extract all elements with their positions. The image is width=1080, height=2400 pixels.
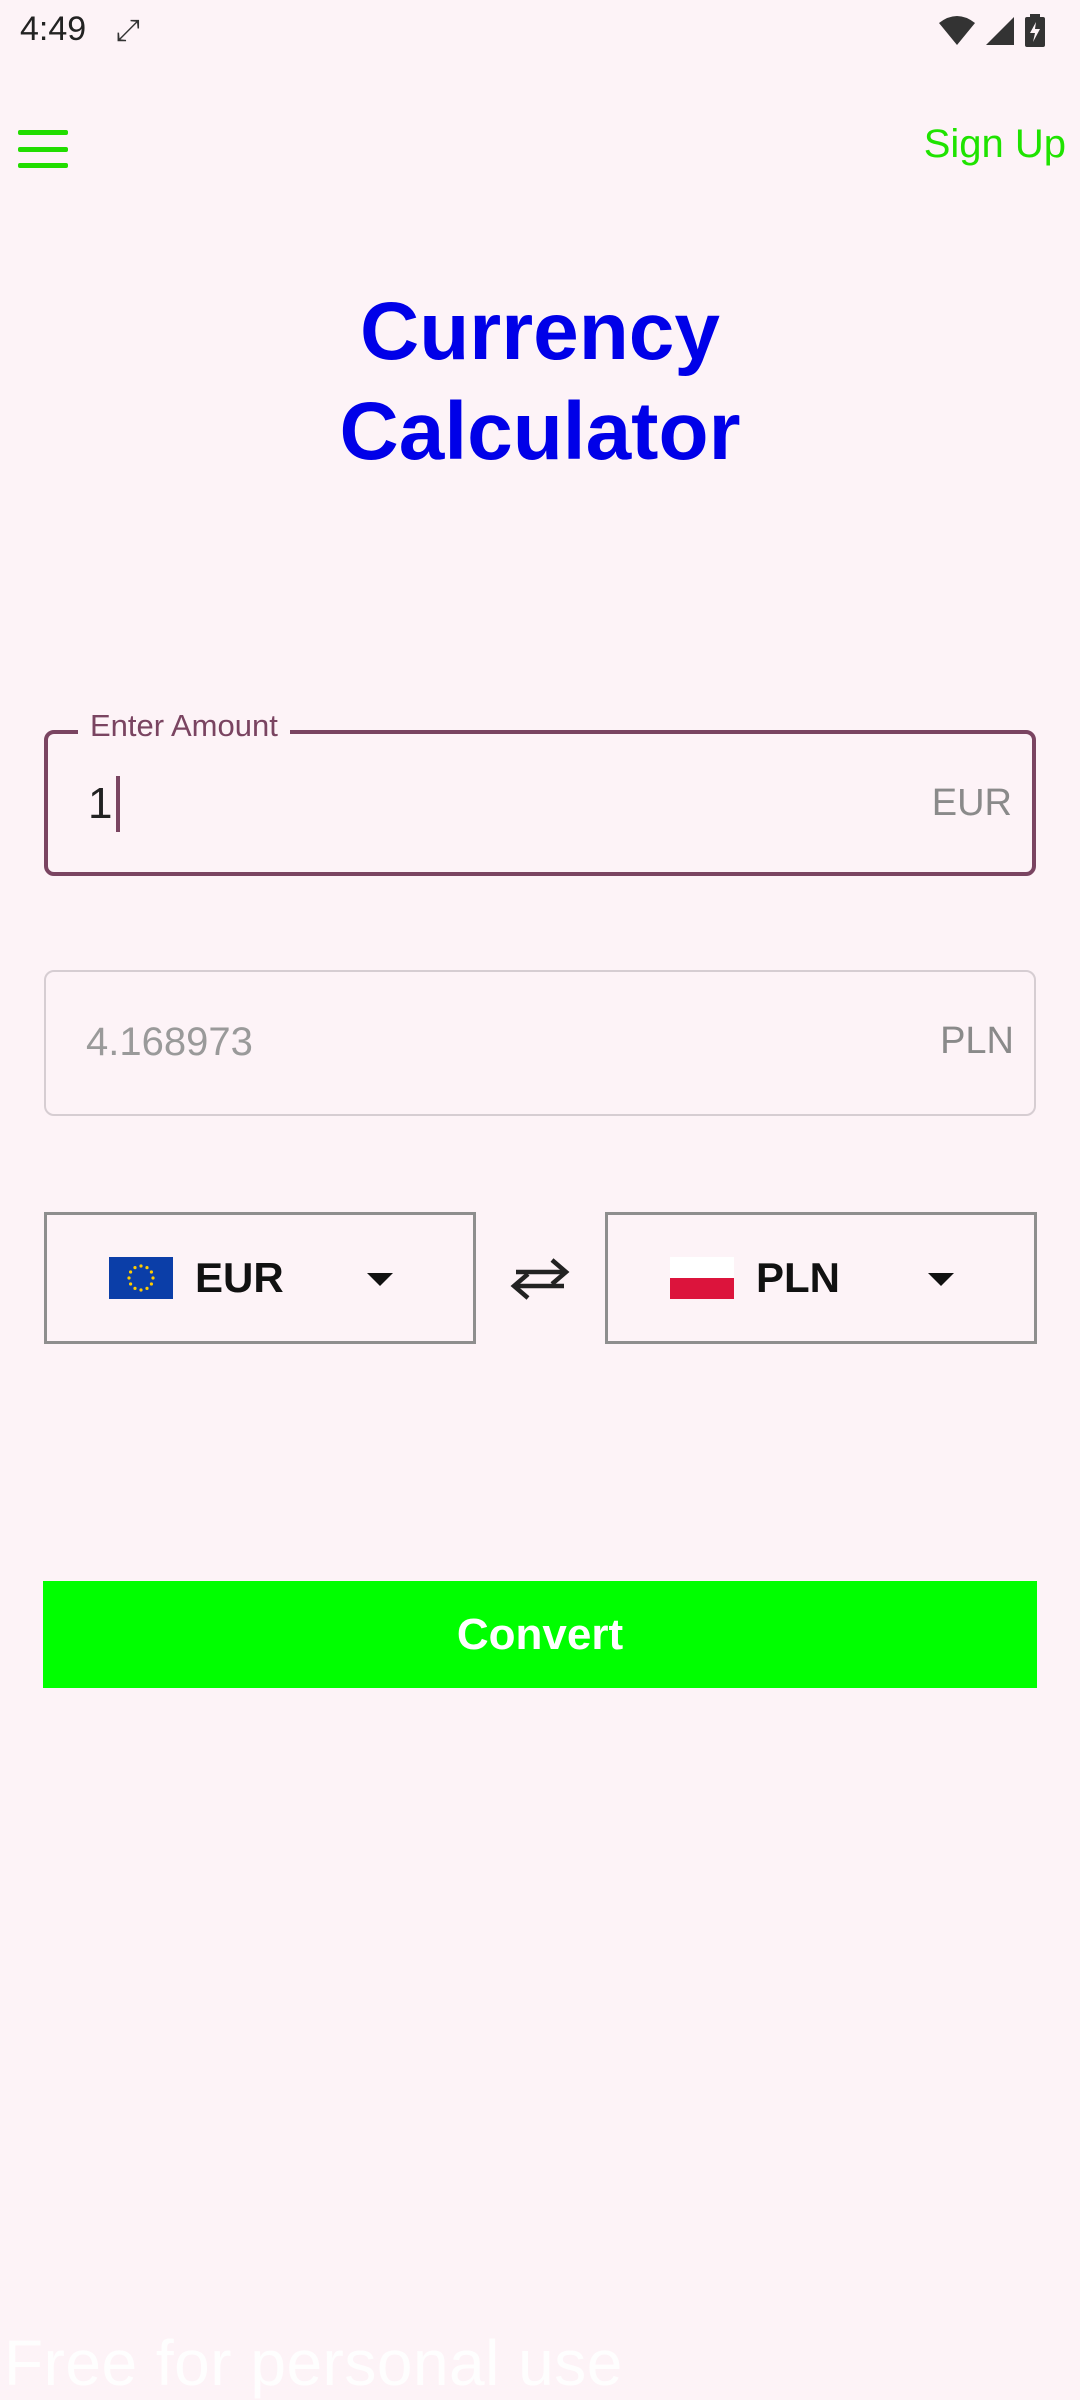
cell-signal-icon bbox=[986, 17, 1014, 45]
poland-flag-icon bbox=[670, 1257, 734, 1299]
amount-currency-suffix: EUR bbox=[931, 782, 1012, 824]
currency-calculator-screen: 4:49 ⤢ Sign Up Currency Calculator Enter… bbox=[0, 0, 1080, 2400]
amount-input-value: 1 bbox=[88, 779, 113, 828]
amount-input-label: Enter Amount bbox=[78, 708, 290, 744]
menu-icon[interactable] bbox=[18, 130, 68, 168]
from-currency-dropdown[interactable]: EUR bbox=[44, 1212, 476, 1344]
page-title-line-1: Currency bbox=[359, 286, 721, 377]
result-field[interactable]: 4.168973 PLN bbox=[44, 970, 1036, 1116]
sync-icon: ⤢ bbox=[116, 14, 140, 47]
chevron-down-icon bbox=[367, 1273, 393, 1286]
result-currency-suffix: PLN bbox=[940, 1020, 1014, 1062]
wifi-icon bbox=[939, 16, 975, 45]
watermark-text: Free for personal use bbox=[4, 2327, 623, 2399]
amount-input[interactable]: Enter Amount 1 EUR bbox=[44, 708, 1036, 876]
page-title: Currency Calculator bbox=[0, 282, 1080, 482]
result-value: 4.168973 bbox=[86, 1020, 253, 1064]
eu-flag-icon bbox=[109, 1257, 173, 1299]
sign-up-link[interactable]: Sign Up bbox=[924, 122, 1066, 167]
swap-icon[interactable] bbox=[502, 1248, 578, 1310]
amount-input-value-wrap: 1 bbox=[88, 776, 121, 832]
chevron-down-icon bbox=[928, 1273, 954, 1286]
status-icons bbox=[938, 14, 1046, 48]
from-currency-code: EUR bbox=[195, 1254, 284, 1301]
convert-button[interactable]: Convert bbox=[43, 1581, 1037, 1688]
status-time: 4:49 bbox=[20, 10, 87, 48]
to-currency-code: PLN bbox=[756, 1254, 840, 1301]
to-currency-dropdown[interactable]: PLN bbox=[605, 1212, 1037, 1344]
page-title-line-2: Calculator bbox=[339, 386, 741, 477]
battery-icon bbox=[1025, 14, 1045, 47]
text-cursor bbox=[116, 776, 121, 832]
